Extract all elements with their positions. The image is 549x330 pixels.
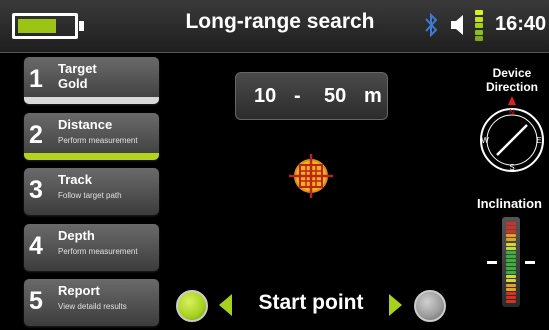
step-active-bar: [24, 97, 159, 104]
inclination-marker-left: [487, 261, 497, 264]
gauge-segment: [506, 250, 516, 254]
step-5-button[interactable]: 5 Report View detaild results: [24, 279, 159, 326]
signal-level-icon: [475, 10, 483, 42]
distance-to: 50: [324, 85, 347, 107]
navigation-label: Start point: [258, 291, 364, 314]
arrow-right-icon[interactable]: [389, 294, 402, 316]
gauge-segment: [506, 291, 516, 295]
battery-icon: [12, 13, 84, 39]
step-sublabel: View detaild results: [58, 302, 127, 311]
north-marker: [508, 96, 516, 105]
left-indicator-button[interactable]: [176, 290, 208, 322]
step-label: Report: [58, 283, 100, 298]
page-title: Long-range search: [185, 10, 375, 33]
step-label: Distance: [58, 117, 113, 132]
gauge-segment: [506, 230, 516, 234]
header-bar: Long-range search 16:40: [0, 0, 549, 53]
step-3-button[interactable]: 3 Track Follow target path: [24, 168, 159, 215]
step-1-button[interactable]: 1 Target Gold: [24, 57, 159, 104]
step-number: 5: [29, 287, 43, 315]
step-sublabel: Follow target path: [58, 191, 122, 200]
distance-display: 10 - 50 m: [235, 72, 388, 120]
step-sublabel: Perform measurement: [58, 136, 138, 145]
distance-separator: -: [294, 85, 301, 107]
step-number: 2: [29, 121, 43, 149]
gauge-segment: [506, 295, 516, 299]
clock: 16:40: [495, 13, 547, 35]
inclination-gauge: [502, 217, 520, 307]
compass-icon: N E S W: [480, 96, 544, 172]
compass-south: S: [509, 163, 514, 172]
step-4-button[interactable]: 4 Depth Perform measurement: [24, 224, 159, 271]
step-2-button[interactable]: 2 Distance Perform measurement: [24, 113, 159, 160]
gauge-segment: [506, 271, 516, 275]
gauge-segment: [506, 267, 516, 271]
device-direction-line1: Device: [492, 66, 532, 80]
inclination-title: Inclination: [477, 196, 542, 211]
status-area: 16:40: [418, 0, 549, 52]
distance-from: 10: [254, 85, 277, 107]
step-label: Track: [58, 172, 92, 187]
gauge-segment: [506, 283, 516, 287]
right-indicator-button[interactable]: [414, 290, 446, 322]
device-direction-title: Device Direction: [476, 66, 548, 94]
gauge-segment: [506, 279, 516, 283]
battery-tip: [79, 21, 84, 31]
step-number: 3: [29, 176, 43, 204]
gauge-segment: [506, 263, 516, 266]
step-label: Depth: [58, 228, 95, 243]
step-number: 4: [29, 232, 43, 260]
step-sublabel: Gold: [58, 76, 88, 91]
compass-north: N: [509, 108, 515, 117]
compass-east: E: [536, 136, 541, 145]
crosshair-target-icon: [289, 154, 333, 198]
battery-level: [18, 19, 56, 33]
gauge-segment: [506, 234, 516, 238]
speaker-icon[interactable]: [450, 14, 470, 36]
distance-unit: m: [364, 85, 382, 107]
gauge-segment: [506, 254, 516, 258]
gauge-segment: [506, 299, 516, 303]
gauge-segment: [506, 287, 516, 291]
step-sublabel: Perform measurement: [58, 247, 138, 256]
gauge-segment: [506, 242, 516, 246]
step-number: 1: [29, 65, 43, 93]
gauge-segment: [506, 275, 516, 279]
compass-west: W: [481, 136, 489, 145]
inclination-marker-right: [525, 261, 535, 264]
gauge-segment: [506, 222, 516, 225]
step-label: Target: [58, 61, 97, 76]
device-direction-line2: Direction: [485, 80, 538, 94]
bluetooth-icon: [425, 13, 438, 37]
step-active-bar: [24, 153, 159, 160]
gauge-segment: [506, 258, 516, 262]
gauge-segment: [506, 238, 516, 242]
gauge-segment: [506, 246, 516, 250]
gauge-segment: [506, 226, 516, 230]
arrow-left-icon[interactable]: [219, 294, 232, 316]
